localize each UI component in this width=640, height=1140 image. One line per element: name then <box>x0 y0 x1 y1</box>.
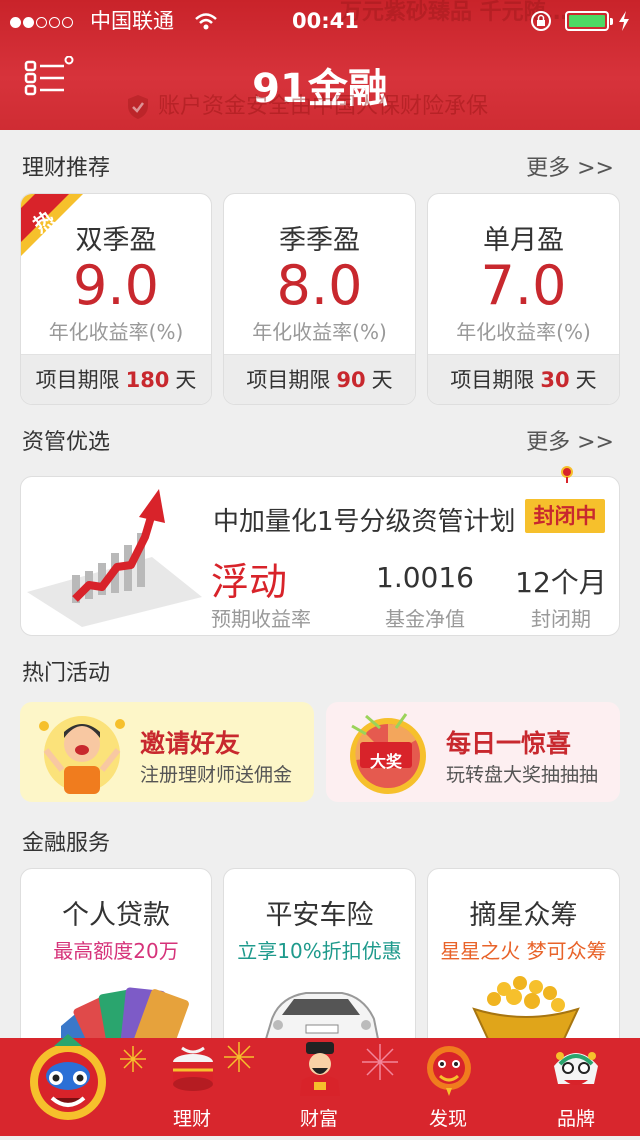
product-term: 项目期限 180 天 <box>21 354 211 404</box>
expected-yield: 浮动 <box>211 560 288 604</box>
term-value: 180 <box>125 368 170 392</box>
tag-pin-icon <box>561 466 573 483</box>
tab-home-mascot[interactable] <box>18 1024 118 1136</box>
activity-invite-friends[interactable]: 邀请好友 注册理财师送佣金 <box>20 702 314 802</box>
tab-label: 品牌 <box>557 1108 596 1130</box>
rotation-lock-icon <box>531 11 551 31</box>
product-rate-label: 年化收益率(%) <box>48 320 184 344</box>
fund-nav: 1.0016 <box>376 561 474 594</box>
bottom-tab-bar: 理财 财富 发现 品牌 <box>0 1034 640 1136</box>
fund-nav-label: 基金净值 <box>385 607 465 631</box>
product-card-1[interactable]: 双季盈 9.0 年化收益率(%) 项目期限 180 天 热 <box>20 193 212 405</box>
service-card-crowdfunding[interactable]: 摘星众筹 星星之火 梦可众筹 <box>427 868 620 1058</box>
term-unit: 天 <box>371 368 393 392</box>
signal-indicator <box>10 6 75 36</box>
product-card-3[interactable]: 单月盈 7.0 年化收益率(%) 项目期限 30 天 <box>427 193 620 405</box>
drum-icon <box>173 1046 213 1091</box>
tab-label: 理财 <box>173 1108 212 1130</box>
term-unit: 天 <box>175 368 197 392</box>
service-title: 平安车险 <box>265 900 374 931</box>
lion-head-icon <box>427 1046 471 1096</box>
product-name: 单月盈 <box>483 225 564 256</box>
charging-icon <box>619 11 629 31</box>
sparkle-decoration-icon <box>120 1046 146 1072</box>
growth-chart-icon <box>27 489 202 627</box>
app-header: 万元紫砂臻品 千元随… 中国联通 00:41 91金融 账户资金安全由中国人保财… <box>0 0 640 130</box>
product-rate-label: 年化收益率(%) <box>252 320 387 344</box>
activity-title: 邀请好友 <box>140 729 241 758</box>
product-rate: 7.0 <box>480 254 567 317</box>
activity-subtitle: 玩转盘大奖抽抽抽 <box>446 764 599 786</box>
term-value: 30 <box>540 368 570 392</box>
section-title-asset: 资管优选 <box>22 430 111 455</box>
recommend-more-link[interactable]: 更多 >> <box>526 150 614 182</box>
closed-period: 12个月 <box>515 566 607 599</box>
wifi-icon <box>195 13 217 30</box>
service-card-car-insurance[interactable]: 平安车险 立享10%折扣优惠 <box>223 868 416 1058</box>
tab-licai[interactable]: 理财 <box>152 1038 232 1136</box>
section-title-services: 金融服务 <box>22 831 111 856</box>
term-label: 项目期限 <box>35 368 120 392</box>
expected-yield-label: 预期收益率 <box>211 607 311 631</box>
product-name: 季季盈 <box>279 225 360 256</box>
product-rate: 8.0 <box>276 254 363 317</box>
product-rate: 9.0 <box>73 254 159 317</box>
clock: 00:41 <box>292 9 359 33</box>
activity-daily-surprise[interactable]: 大奖 每日一惊喜 玩转盘大奖抽抽抽 <box>326 702 620 802</box>
closed-period-label: 封闭期 <box>531 607 591 631</box>
tab-faxian[interactable]: 发现 <box>408 1038 488 1136</box>
insurance-banner: 账户资金安全由中国人保财险承保 <box>126 92 526 122</box>
service-title: 摘星众筹 <box>469 900 578 931</box>
activity-title: 每日一惊喜 <box>446 729 572 758</box>
cheering-person-icon <box>39 716 125 794</box>
tab-label: 财富 <box>300 1108 339 1130</box>
product-term: 项目期限 90 天 <box>224 354 415 404</box>
firework-decoration-icon <box>362 1044 398 1080</box>
product-rate-label: 年化收益率(%) <box>456 320 591 344</box>
service-subtitle: 最高额度20万 <box>53 939 179 963</box>
service-subtitle: 立享10%折扣优惠 <box>237 939 402 963</box>
insurance-text: 账户资金安全由中国人保财险承保 <box>158 94 489 119</box>
product-term: 项目期限 30 天 <box>428 354 619 404</box>
service-subtitle: 星星之火 梦可众筹 <box>440 939 607 963</box>
status-badge: 封闭中 <box>523 497 607 535</box>
activity-subtitle: 注册理财师送佣金 <box>140 764 293 786</box>
service-title: 个人贷款 <box>62 900 170 931</box>
term-unit: 天 <box>575 368 597 392</box>
tab-pinpai[interactable]: 品牌 <box>536 1038 616 1136</box>
section-title-activities: 热门活动 <box>22 661 111 686</box>
fortune-god-icon <box>300 1042 340 1096</box>
tab-caifu[interactable]: 财富 <box>280 1038 360 1136</box>
section-title-recommend: 理财推荐 <box>22 156 111 181</box>
carrier-name: 中国联通 <box>90 9 174 33</box>
term-label: 项目期限 <box>246 368 331 392</box>
plan-name: 中加量化1号分级资管计划 <box>213 507 516 537</box>
term-value: 90 <box>336 368 366 392</box>
term-label: 项目期限 <box>450 368 535 392</box>
battery-indicator <box>565 11 613 31</box>
shield-icon <box>128 95 148 119</box>
lion-dance-icon <box>554 1052 598 1085</box>
product-card-2[interactable]: 季季盈 8.0 年化收益率(%) 项目期限 90 天 <box>223 193 416 405</box>
prize-badge: 大奖 <box>370 752 403 771</box>
asset-plan-card[interactable]: 中加量化1号分级资管计划 封闭中 浮动 预期收益率 1.0016 基金净值 12… <box>20 466 620 636</box>
asset-more-link[interactable]: 更多 >> <box>526 424 614 456</box>
tab-label: 发现 <box>429 1108 468 1130</box>
lion-mascot-icon <box>30 1034 106 1120</box>
